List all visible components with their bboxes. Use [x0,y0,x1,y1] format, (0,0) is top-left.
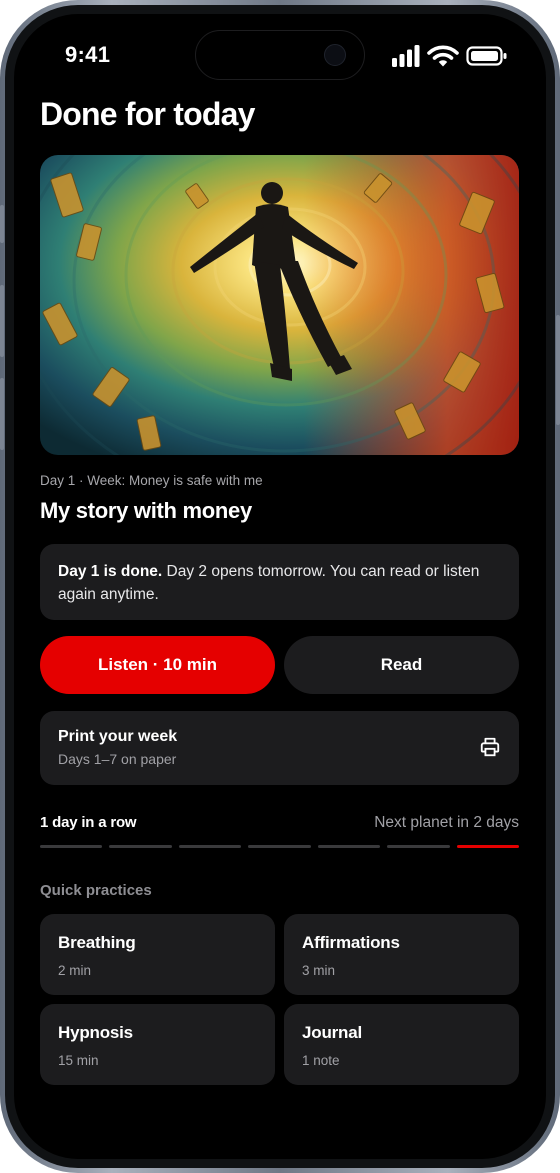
notice-bold: Day 1 is done. [58,563,163,580]
print-card-subtitle: Days 1–7 on paper [58,751,177,767]
signal-icon [392,45,420,67]
practice-tile-breathing[interactable]: Breathing 2 min [40,914,275,995]
phone-bezel: 9:41 Done for today Day 1 · Week: Money … [5,5,555,1168]
front-camera [324,44,346,66]
progress-segment-day-3 [178,845,242,848]
wifi-icon [427,45,459,67]
read-button[interactable]: Read [284,636,519,694]
power-button [556,315,560,425]
week-progress [40,845,519,848]
quick-practices-label: Quick practices [40,882,152,899]
progress-segment-day-2 [109,845,172,848]
battery-icon [466,46,507,66]
print-card-title: Print your week [58,728,178,745]
progress-segment-day-5 [317,845,381,848]
progress-segment-day-4 [248,845,311,848]
action-button [0,205,4,243]
next-planet-label: Next planet in 2 days [374,814,519,831]
listen-button[interactable]: Listen · 10 min [40,636,275,694]
streak-label: 1 day in a row [40,814,137,831]
story-artwork [40,155,519,455]
story-title: My story with money [40,498,252,523]
volume-down-button [0,378,4,450]
progress-segment-day-1 [40,845,103,848]
hero-illustration [40,155,519,455]
practice-tile-journal[interactable]: Journal 1 note [284,1004,519,1085]
print-week-card[interactable]: Print your week Days 1–7 on paper [40,711,519,785]
practice-duration: 15 min [58,1053,99,1068]
practice-duration: 3 min [302,963,336,978]
status-icons [392,45,508,67]
practice-tile-hypnosis[interactable]: Hypnosis 15 min [40,1004,275,1085]
practice-note-count: 1 note [302,1053,340,1068]
progress-segment-day-6 [387,845,450,848]
story-meta: Day 1 · Week: Money is safe with me [40,473,263,488]
practice-duration: 2 min [58,963,92,978]
progress-segment-day-7 [456,845,519,848]
dynamic-island [195,30,365,80]
printer-icon[interactable] [479,736,501,758]
practice-name: Affirmations [302,933,400,952]
volume-up-button [0,285,4,357]
phone-frame: 9:41 Done for today Day 1 · Week: Money … [0,0,560,1173]
app-screen: 9:41 Done for today Day 1 · Week: Money … [14,14,546,1159]
practice-name: Journal [302,1023,363,1042]
page-title: Done for today [40,96,255,132]
practice-tile-affirmations[interactable]: Affirmations 3 min [284,914,519,995]
status-time: 9:41 [65,42,111,67]
completion-notice: Day 1 is done. Day 2 opens tomorrow. You… [40,544,519,620]
practice-name: Breathing [58,933,136,952]
practice-name: Hypnosis [58,1023,133,1042]
